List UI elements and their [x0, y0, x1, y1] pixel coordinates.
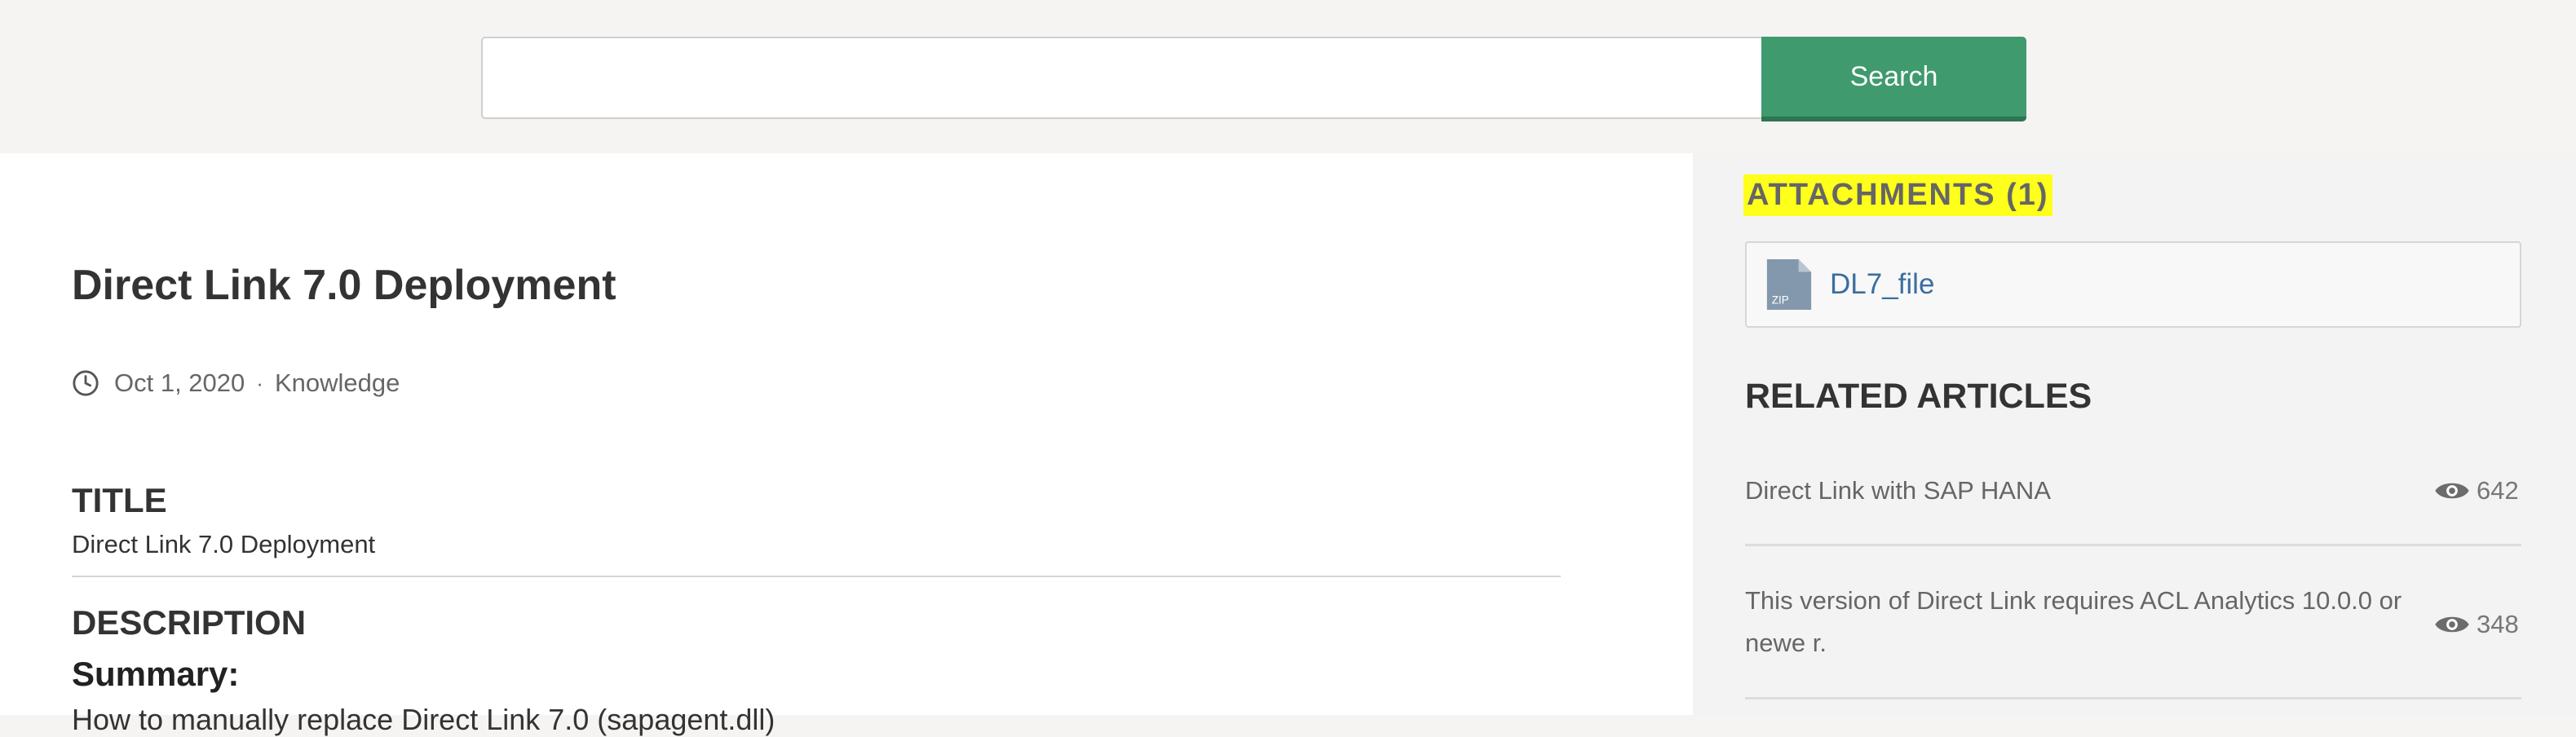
title-section-value: Direct Link 7.0 Deployment — [72, 530, 376, 558]
related-article-views: 642 — [2434, 470, 2519, 512]
article-title: Direct Link 7.0 Deployment — [72, 262, 616, 309]
attachments-heading: ATTACHMENTS (1) — [1743, 174, 2052, 216]
related-articles-heading: RELATED ARTICLES — [1745, 377, 2092, 416]
zip-icon-label: ZIP — [1772, 293, 1789, 306]
header-search-bar: Search — [0, 0, 2576, 153]
related-article-views: 348 — [2434, 603, 2519, 646]
view-count: 348 — [2477, 610, 2519, 638]
related-article-link[interactable]: Direct Link with SAP HANA — [1745, 470, 2397, 512]
summary-text: How to manually replace Direct Link 7.0 … — [72, 703, 775, 736]
article-category: Knowledge — [274, 368, 400, 397]
title-section-heading: TITLE — [72, 481, 167, 519]
eye-icon — [2435, 616, 2469, 633]
search-input[interactable] — [481, 37, 1761, 119]
description-section-heading: DESCRIPTION — [72, 603, 307, 642]
meta-separator: · — [256, 370, 263, 395]
attachment-item[interactable]: ZIP DL7_file — [1745, 241, 2521, 328]
related-divider — [1745, 544, 2521, 546]
article-date: Oct 1, 2020 — [114, 368, 245, 397]
clock-icon — [73, 370, 99, 396]
section-divider — [72, 576, 1561, 577]
article-meta: Oct 1, 2020 · Knowledge — [72, 363, 400, 404]
search-button[interactable]: Search — [1761, 37, 2026, 121]
summary-heading: Summary: — [72, 655, 240, 693]
eye-icon — [2435, 483, 2469, 499]
view-count: 642 — [2477, 476, 2519, 505]
related-article-link[interactable]: This version of Direct Link requires ACL… — [1745, 580, 2430, 664]
zip-file-icon: ZIP — [1766, 259, 1812, 310]
related-divider — [1745, 697, 2521, 699]
attachment-link[interactable]: DL7_file — [1830, 268, 1934, 301]
